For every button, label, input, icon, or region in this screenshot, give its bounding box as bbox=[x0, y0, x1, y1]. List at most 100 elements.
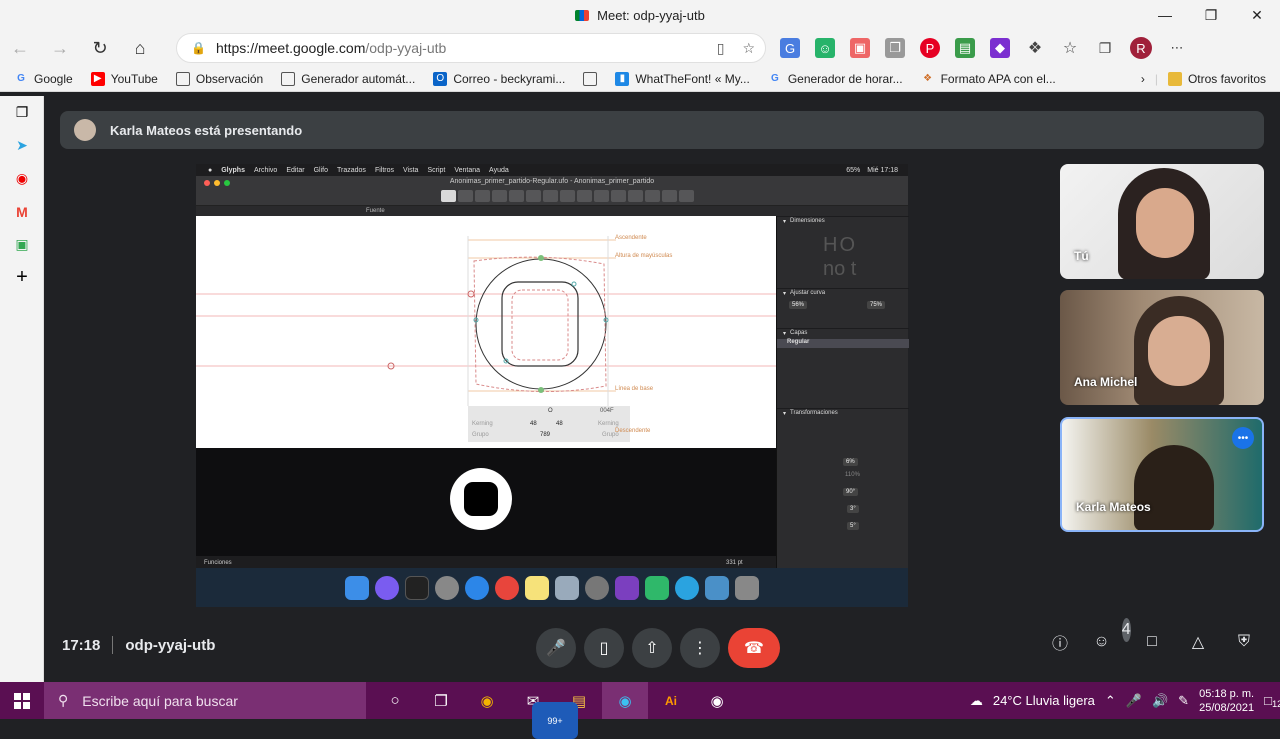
home-icon[interactable]: ⌂ bbox=[120, 30, 160, 66]
windows-start-button[interactable] bbox=[0, 682, 44, 719]
trash-icon bbox=[735, 575, 759, 600]
meeting-code: odp-yyaj-utb bbox=[125, 636, 216, 654]
presenter-avatar bbox=[74, 119, 96, 141]
meeting-info-button[interactable]: ⓘ bbox=[1048, 630, 1072, 654]
participant-name-ana: Ana Michel bbox=[1074, 375, 1138, 389]
pinterest-icon[interactable]: P bbox=[920, 38, 940, 58]
task-view-icon[interactable]: ❐ bbox=[418, 682, 464, 719]
camera-button[interactable]: ▯ bbox=[584, 628, 624, 668]
telegram-dock-icon bbox=[675, 575, 699, 600]
system-preferences-icon bbox=[585, 575, 609, 600]
menu-archivo: Archivo bbox=[253, 166, 278, 174]
guide-ascendente: Ascendente bbox=[615, 235, 647, 241]
more-options-button[interactable]: ⋮ bbox=[680, 628, 720, 668]
volume-icon[interactable]: 🔊 bbox=[1152, 693, 1168, 709]
google-icon: G bbox=[17, 73, 25, 84]
other-favorites[interactable]: Otros favoritos bbox=[1167, 71, 1266, 86]
curve-left-value: 56% bbox=[789, 301, 808, 309]
github-desktop-icon[interactable]: ◉ bbox=[694, 682, 740, 719]
gmail-icon[interactable]: M bbox=[0, 195, 44, 228]
add-icon[interactable]: + bbox=[0, 261, 44, 294]
grammar-extension-icon[interactable]: ☺ bbox=[815, 38, 835, 58]
telegram-icon[interactable]: ➤ bbox=[0, 129, 44, 162]
extension-diamond-icon[interactable]: ◆ bbox=[990, 38, 1010, 58]
notifications-icon[interactable]: □ 12 bbox=[1264, 693, 1280, 709]
safari-icon bbox=[465, 575, 489, 600]
host-controls-button[interactable]: ⛨ bbox=[1232, 630, 1256, 654]
bookmark-horarios[interactable]: G Generador de horar... bbox=[768, 72, 903, 86]
taskbar-clock[interactable]: 05:18 p. m. 25/08/2021 bbox=[1199, 687, 1254, 715]
chevron-up-icon[interactable]: ⌃ bbox=[1105, 693, 1116, 709]
forward-arrow-icon[interactable]: → bbox=[40, 30, 80, 66]
finder-icon bbox=[345, 575, 369, 600]
mail-taskbar-icon[interactable]: ✉ 99+ bbox=[510, 682, 578, 739]
taskbar-search[interactable]: ⚲ Escribe aquí para buscar bbox=[44, 682, 366, 719]
more-menu-icon[interactable]: ⋯ bbox=[1167, 38, 1187, 58]
edge-taskbar-icon[interactable]: ◉ bbox=[602, 682, 648, 719]
copy-extension-icon[interactable]: ❐ bbox=[885, 38, 905, 58]
bookmark-correo[interactable]: O Correo - beckyrami... bbox=[433, 71, 565, 86]
menu-editar: Editar bbox=[286, 166, 305, 174]
bookmark-whatthefont[interactable]: ▮ WhatTheFont! « My... bbox=[615, 71, 750, 86]
bookmark-youtube[interactable]: ▶ YouTube bbox=[90, 71, 158, 86]
people-button[interactable]: ☺ 4 bbox=[1093, 618, 1131, 654]
lock-icon[interactable]: 🔒 bbox=[191, 41, 206, 55]
weather-text[interactable]: 24°C Lluvia ligera bbox=[993, 693, 1095, 708]
bookmark-observacion[interactable]: Observación bbox=[175, 71, 263, 86]
extensions-puzzle-icon[interactable]: ❖ bbox=[1025, 38, 1045, 58]
back-arrow-icon[interactable]: ← bbox=[0, 30, 40, 66]
mic-tray-icon[interactable]: 🎤 bbox=[1126, 693, 1142, 709]
microphone-button[interactable]: 🎤 bbox=[536, 628, 576, 668]
image-extension-icon[interactable]: ▤ bbox=[955, 38, 975, 58]
favorites-icon[interactable]: ☆ bbox=[1060, 38, 1080, 58]
bookmark-page[interactable] bbox=[583, 71, 598, 86]
screenshot-extension-icon[interactable]: ▣ bbox=[850, 38, 870, 58]
participant-tile-you[interactable]: Tú bbox=[1060, 164, 1264, 279]
illustrator-icon[interactable]: Ai bbox=[648, 682, 694, 719]
kern-label-right: Kerning bbox=[598, 421, 619, 427]
browser-sidebar: ❐ ➤ ◉ M ▣ + bbox=[0, 96, 44, 682]
participant-name-you: Tú bbox=[1074, 249, 1089, 263]
participant-tile-karla[interactable]: ••• Karla Mateos bbox=[1060, 417, 1264, 532]
favorite-star-icon[interactable]: ☆ bbox=[742, 40, 755, 57]
menu-ayuda: Ayuda bbox=[489, 166, 509, 174]
layer-regular: Regular bbox=[777, 339, 909, 348]
record-icon[interactable]: ◉ bbox=[0, 162, 44, 195]
close-icon[interactable]: ✕ bbox=[1234, 0, 1280, 30]
tabs-icon[interactable]: ❐ bbox=[0, 96, 44, 129]
bookmark-google[interactable]: G Google bbox=[14, 72, 73, 86]
leave-call-button[interactable]: ☎ bbox=[728, 628, 780, 668]
dim-preview-top: HO bbox=[823, 234, 857, 256]
activities-button[interactable]: △ bbox=[1186, 630, 1210, 654]
battery-level: 65% bbox=[846, 166, 861, 174]
chevron-right-icon[interactable]: › bbox=[1141, 72, 1145, 86]
bookmark-generador[interactable]: Generador automát... bbox=[281, 71, 415, 86]
address-toolbar: ← → ↻ ⌂ 🔒 https://meet.google.com/odp-yy… bbox=[0, 30, 1280, 66]
collections-icon[interactable]: ❐ bbox=[1095, 38, 1115, 58]
present-screen-button[interactable]: ⇧ bbox=[632, 628, 672, 668]
url-field[interactable]: 🔒 https://meet.google.com/odp-yyaj-utb ▯… bbox=[176, 33, 766, 63]
weather-icon[interactable]: ☁ bbox=[970, 693, 983, 709]
participant-tile-ana[interactable]: Ana Michel bbox=[1060, 290, 1264, 405]
chrome-taskbar-icon[interactable]: ◉ bbox=[464, 682, 510, 719]
reload-icon[interactable]: ↻ bbox=[80, 30, 120, 66]
bookmark-apa[interactable]: ❖ Formato APA con el... bbox=[921, 72, 1056, 86]
minimize-icon[interactable]: — bbox=[1142, 0, 1188, 30]
meet-icon[interactable]: ▣ bbox=[0, 228, 44, 261]
restore-icon[interactable]: ❐ bbox=[1188, 0, 1234, 30]
cortana-icon[interactable]: ○ bbox=[372, 682, 418, 719]
profile-avatar[interactable]: R bbox=[1130, 37, 1152, 59]
folder-icon bbox=[1167, 71, 1182, 86]
camera-blocked-icon[interactable]: ▯ bbox=[717, 40, 725, 57]
transform-rotate: 90° bbox=[843, 488, 859, 496]
bookmarks-bar: G Google ▶ YouTube Observación Generador a… bbox=[0, 66, 1280, 92]
translate-extension-icon[interactable]: G bbox=[780, 38, 800, 58]
chat-button[interactable]: □ bbox=[1140, 630, 1164, 654]
panel-ajustar-curva: Ajustar curva bbox=[790, 290, 826, 296]
transform-scale2: 110% bbox=[845, 472, 860, 478]
notes-icon bbox=[525, 575, 549, 600]
glyph-preview-area bbox=[196, 448, 776, 568]
pen-icon[interactable]: ✎ bbox=[1178, 693, 1189, 709]
search-placeholder: Escribe aquí para buscar bbox=[82, 692, 238, 709]
google-icon: G bbox=[770, 73, 779, 84]
